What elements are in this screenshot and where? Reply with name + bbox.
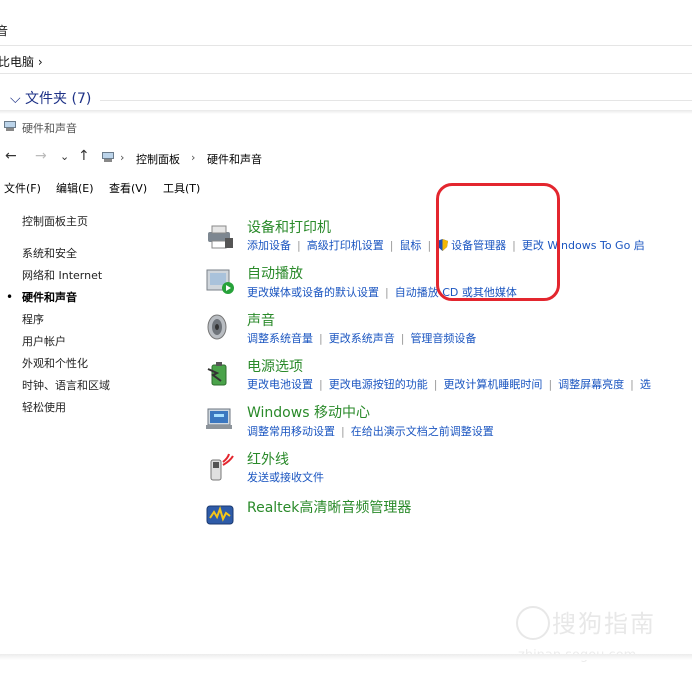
recent-locations-chevron-icon[interactable]: ⌄ <box>60 150 69 163</box>
navigation-bar: ← → ⌄ ↑ › 控制面板 › 硬件和声音 <box>0 146 692 170</box>
nav-network-internet[interactable]: 网络和 Internet <box>22 267 102 283</box>
mobility-center-icon <box>206 408 232 429</box>
link-change-battery-settings[interactable]: 更改电池设置 <box>247 378 313 391</box>
background-address-bar[interactable]: 比电脑 › <box>0 45 692 74</box>
autoplay-icon <box>206 269 234 294</box>
menu-file[interactable]: 文件(F) <box>4 180 41 196</box>
link-choose-more[interactable]: 选 <box>640 378 651 391</box>
power-options-links: 更改电池设置 | 更改电源按钮的功能 | 更改计算机睡眠时间 | 调整屏幕亮度 | 选 <box>247 378 651 391</box>
link-sleep-time[interactable]: 更改计算机睡眠时间 <box>443 378 542 391</box>
menu-edit[interactable]: 编辑(E) <box>56 180 94 196</box>
infrared-links: 发送或接收文件 <box>247 469 324 485</box>
sound-links: 调整系统音量 | 更改系统声音 | 管理音频设备 <box>247 332 477 345</box>
category-autoplay[interactable]: 自动播放 <box>247 263 303 283</box>
nav-hardware-sound[interactable]: 硬件和声音 <box>22 289 77 305</box>
watermark-brand: 搜狗指南 <box>552 610 656 638</box>
category-mobility-center[interactable]: Windows 移动中心 <box>247 402 370 422</box>
folder-group-divider <box>100 100 692 101</box>
link-power-button-function[interactable]: 更改电源按钮的功能 <box>329 378 428 391</box>
printer-icon <box>208 225 233 249</box>
category-realtek-audio[interactable]: Realtek高清晰音频管理器 <box>247 497 411 517</box>
speaker-icon <box>207 314 227 340</box>
nav-system-security[interactable]: 系统和安全 <box>22 245 77 261</box>
category-infrared[interactable]: 红外线 <box>247 449 289 469</box>
link-screen-brightness[interactable]: 调整屏幕亮度 <box>558 378 624 391</box>
nav-control-panel-home[interactable]: 控制面板主页 <box>22 213 88 229</box>
category-devices-printers[interactable]: 设备和打印机 <box>247 217 331 237</box>
link-advanced-printer-settings[interactable]: 高级打印机设置 <box>307 239 384 252</box>
menu-tools[interactable]: 工具(T) <box>163 180 200 196</box>
nav-clock-region[interactable]: 时钟、语言和区域 <box>22 377 110 393</box>
active-item-bullet: • <box>6 290 14 304</box>
menu-view[interactable]: 查看(V) <box>109 180 147 196</box>
nav-programs[interactable]: 程序 <box>22 311 44 327</box>
category-sound[interactable]: 声音 <box>247 310 275 330</box>
up-arrow-icon[interactable]: ↑ <box>78 148 90 164</box>
link-change-media-defaults[interactable]: 更改媒体或设备的默认设置 <box>247 286 379 299</box>
link-mouse[interactable]: 鼠标 <box>399 239 421 252</box>
link-adjust-volume[interactable]: 调整系统音量 <box>247 332 313 345</box>
nav-ease-of-access[interactable]: 轻松使用 <box>22 399 66 415</box>
battery-icon <box>207 362 227 386</box>
mobility-center-links: 调整常用移动设置 | 在给出演示文档之前调整设置 <box>247 425 494 438</box>
link-send-receive-files[interactable]: 发送或接收文件 <box>247 471 324 484</box>
window-title: 硬件和声音 <box>22 122 77 135</box>
link-add-device[interactable]: 添加设备 <box>247 239 291 252</box>
hardware-sound-icon <box>4 121 16 131</box>
nav-user-accounts[interactable]: 用户帐户 <box>22 333 66 349</box>
nav-appearance[interactable]: 外观和个性化 <box>22 355 88 371</box>
background-folder-group-header[interactable]: ⌵ 文件夹 (7) <box>10 88 91 108</box>
link-change-system-sounds[interactable]: 更改系统声音 <box>329 332 395 345</box>
breadcrumb-control-panel[interactable]: 控制面板 <box>136 151 180 167</box>
realtek-audio-icon <box>206 505 234 525</box>
control-panel-icon <box>102 152 114 162</box>
breadcrumb-separator: › <box>120 151 125 164</box>
link-presentation-settings[interactable]: 在给出演示文档之前调整设置 <box>351 425 494 438</box>
breadcrumb-hardware-sound[interactable]: 硬件和声音 <box>207 151 262 167</box>
category-power-options[interactable]: 电源选项 <box>247 356 303 376</box>
infrared-icon <box>210 453 234 481</box>
window-top-shadow <box>0 110 692 114</box>
window-bottom-shadow <box>0 654 692 660</box>
background-address-text: 比电脑 › <box>0 55 43 69</box>
breadcrumb-separator: › <box>191 151 196 164</box>
sogou-logo-icon <box>516 606 550 640</box>
forward-arrow-icon[interactable]: → <box>35 148 47 164</box>
link-manage-audio-devices[interactable]: 管理音频设备 <box>410 332 476 345</box>
menu-bar: 文件(F) 编辑(E) 查看(V) 工具(T) <box>0 178 692 198</box>
back-arrow-icon[interactable]: ← <box>5 148 17 164</box>
background-window-title: 音 <box>0 24 9 38</box>
link-common-mobility-settings[interactable]: 调整常用移动设置 <box>247 425 335 438</box>
annotation-highlight <box>436 183 560 301</box>
